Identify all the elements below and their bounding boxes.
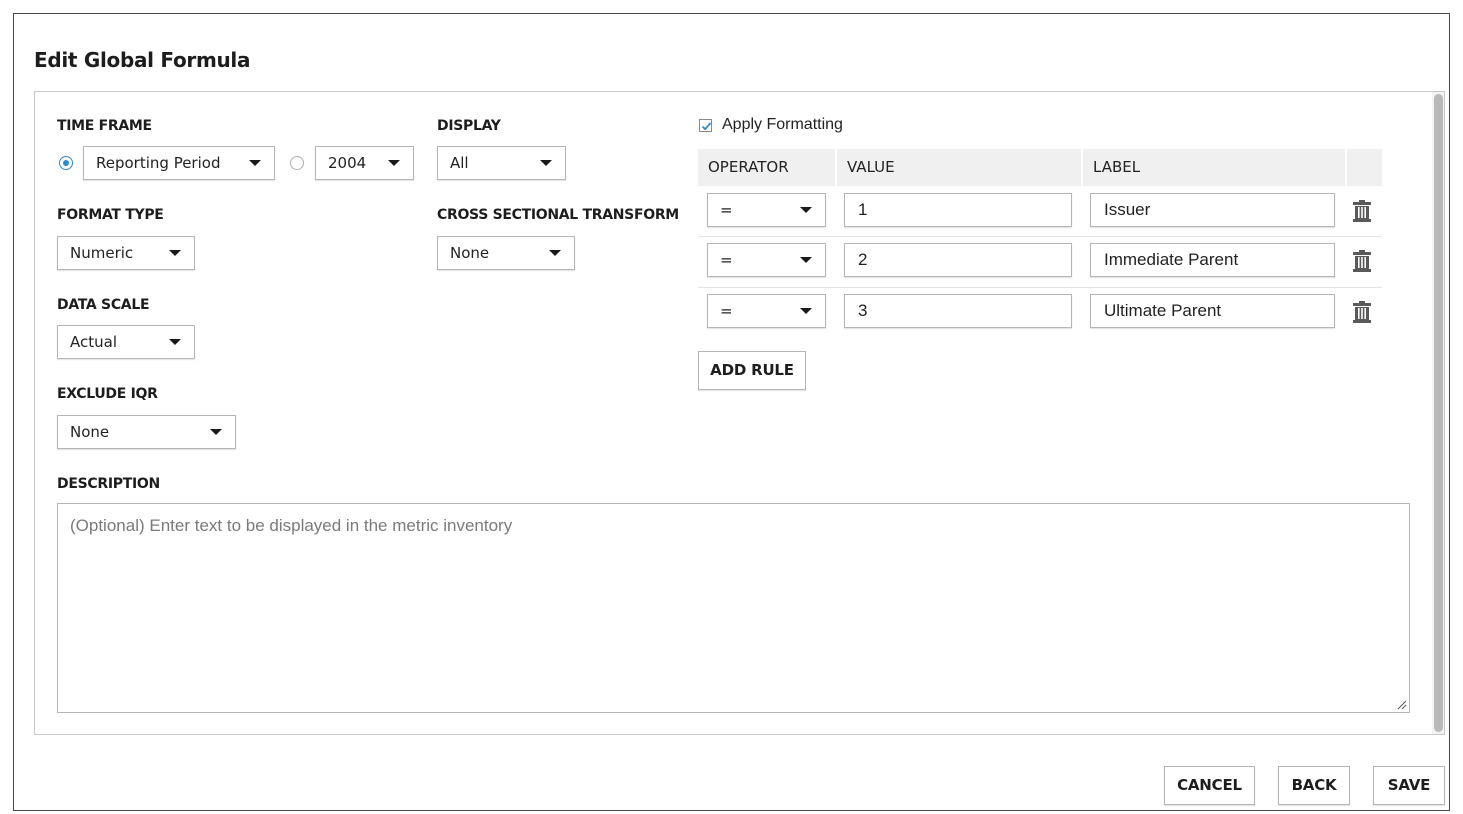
rule-value-input[interactable]: 3 <box>844 294 1072 328</box>
rule-value-text: 1 <box>858 200 868 219</box>
chevron-down-icon <box>169 339 181 345</box>
panel-scrollbar[interactable] <box>1432 92 1444 734</box>
rule-label-text: Immediate Parent <box>1104 250 1239 269</box>
back-button[interactable]: BACK <box>1278 766 1350 805</box>
year-select-value: 2004 <box>328 154 367 172</box>
description-textarea[interactable]: (Optional) Enter text to be displayed in… <box>57 503 1410 713</box>
trash-icon <box>1353 250 1371 272</box>
rule-label-input[interactable]: Issuer <box>1090 193 1335 227</box>
format-type-select[interactable]: Numeric <box>57 236 195 270</box>
formatting-rule-row: = 1 Issuer <box>698 186 1382 236</box>
data-scale-select-value: Actual <box>70 333 117 351</box>
apply-formatting-label: Apply Formatting <box>722 116 843 133</box>
delete-rule-button[interactable] <box>1353 200 1371 222</box>
rule-value-text: 3 <box>858 301 868 320</box>
rule-operator-select[interactable]: = <box>707 243 826 277</box>
exclude-iqr-select[interactable]: None <box>57 415 236 449</box>
year-select[interactable]: 2004 <box>315 146 414 180</box>
rule-label-input[interactable]: Ultimate Parent <box>1090 294 1335 328</box>
cancel-button[interactable]: CANCEL <box>1164 766 1255 805</box>
chevron-down-icon <box>800 257 812 263</box>
cross-sectional-transform-select[interactable]: None <box>437 236 575 270</box>
resize-grip-icon[interactable] <box>1395 698 1407 710</box>
rule-operator-select[interactable]: = <box>707 193 826 227</box>
exclude-iqr-label: EXCLUDE IQR <box>57 386 158 402</box>
description-placeholder: (Optional) Enter text to be displayed in… <box>70 516 513 535</box>
operator-column-header: OPERATOR <box>698 149 837 186</box>
actions-column-header <box>1347 149 1382 186</box>
display-select[interactable]: All <box>437 146 566 180</box>
display-select-value: All <box>450 154 469 172</box>
delete-rule-button[interactable] <box>1353 250 1371 272</box>
chevron-down-icon <box>210 429 222 435</box>
rule-value-input[interactable]: 1 <box>844 193 1072 227</box>
chevron-down-icon <box>549 250 561 256</box>
description-label: DESCRIPTION <box>57 476 160 492</box>
time-frame-reporting-period-radio[interactable] <box>59 156 73 170</box>
edit-global-formula-dialog: Edit Global Formula TIME FRAME Reporting… <box>13 13 1450 811</box>
rule-operator-value: = <box>720 201 733 219</box>
cross-sectional-transform-label: CROSS SECTIONAL TRANSFORM <box>437 207 679 223</box>
trash-icon <box>1353 301 1371 323</box>
chevron-down-icon <box>800 308 812 314</box>
scrollbar-thumb[interactable] <box>1434 94 1443 732</box>
chevron-down-icon <box>249 160 261 166</box>
time-frame-label: TIME FRAME <box>57 118 152 134</box>
data-scale-select[interactable]: Actual <box>57 325 195 359</box>
data-scale-label: DATA SCALE <box>57 297 150 313</box>
display-label: DISPLAY <box>437 118 501 134</box>
formatting-rule-row: = 3 Ultimate Parent <box>698 288 1382 338</box>
chevron-down-icon <box>800 207 812 213</box>
format-type-select-value: Numeric <box>70 244 134 262</box>
trash-icon <box>1353 200 1371 222</box>
rule-label-text: Issuer <box>1104 200 1151 219</box>
formatting-rule-row: = 2 Immediate Parent <box>698 237 1382 287</box>
rule-operator-select[interactable]: = <box>707 294 826 328</box>
rule-label-input[interactable]: Immediate Parent <box>1090 243 1335 277</box>
check-icon <box>701 122 712 131</box>
time-frame-year-radio[interactable] <box>290 156 304 170</box>
add-rule-button[interactable]: ADD RULE <box>698 351 806 390</box>
formatting-table-header: OPERATOR VALUE LABEL <box>698 149 1382 186</box>
exclude-iqr-select-value: None <box>70 423 110 441</box>
formula-settings-panel: TIME FRAME Reporting Period 2004 DISPLAY… <box>34 91 1445 735</box>
reporting-period-select-value: Reporting Period <box>96 154 221 172</box>
delete-rule-button[interactable] <box>1353 301 1371 323</box>
reporting-period-select[interactable]: Reporting Period <box>83 146 275 180</box>
rule-value-input[interactable]: 2 <box>844 243 1072 277</box>
format-type-label: FORMAT TYPE <box>57 207 164 223</box>
chevron-down-icon <box>540 160 552 166</box>
dialog-title: Edit Global Formula <box>34 48 251 72</box>
rule-operator-value: = <box>720 302 733 320</box>
rule-operator-value: = <box>720 251 733 269</box>
value-column-header: VALUE <box>837 149 1083 186</box>
save-button[interactable]: SAVE <box>1373 766 1445 805</box>
cross-sectional-transform-select-value: None <box>450 244 490 262</box>
chevron-down-icon <box>388 160 400 166</box>
chevron-down-icon <box>169 250 181 256</box>
rule-value-text: 2 <box>858 250 868 269</box>
rule-label-text: Ultimate Parent <box>1104 301 1222 320</box>
apply-formatting-checkbox[interactable] <box>699 119 712 132</box>
label-column-header: LABEL <box>1083 149 1347 186</box>
